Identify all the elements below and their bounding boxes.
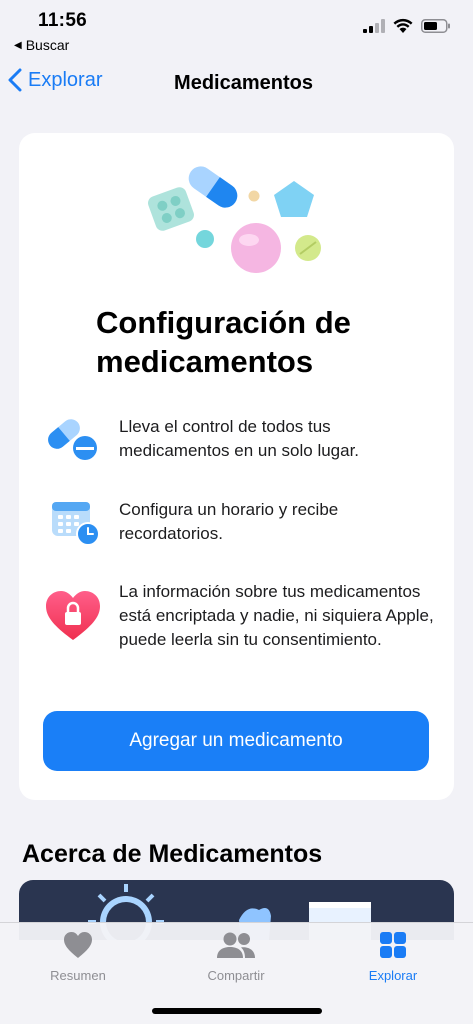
cellular-signal-icon <box>363 18 385 33</box>
status-icons <box>363 18 451 33</box>
grid-icon <box>380 932 406 958</box>
medication-pills-illustration <box>148 166 321 273</box>
back-triangle-icon: ◀ <box>14 39 22 51</box>
wifi-icon <box>393 18 413 33</box>
feature-text: La información sobre tus medicamentos es… <box>119 582 434 649</box>
screen: 11:56 ◀ Buscar Explorar Medicamentos Con… <box>0 0 473 1024</box>
feature-item: Lleva el control de todos tus medicament… <box>43 415 443 463</box>
feature-item: La información sobre tus medicamentos es… <box>43 580 443 652</box>
tab-label: Resumen <box>50 968 106 983</box>
medications-setup-card: Configuración de medicamentos Lleva el c… <box>19 133 454 800</box>
status-time: 11:56 <box>38 10 88 31</box>
tab-resumen[interactable]: Resumen <box>18 931 138 983</box>
card-title: Configuración de medicamentos <box>96 305 351 379</box>
home-indicator[interactable] <box>152 1008 322 1014</box>
section-title: Acerca de Medicamentos <box>22 840 323 868</box>
pills-icon <box>48 419 97 460</box>
tab-explorar[interactable]: Explorar <box>333 931 453 983</box>
status-bar: 11:56 ◀ Buscar <box>0 0 473 60</box>
heart-icon <box>64 932 92 958</box>
tab-label: Explorar <box>368 968 418 983</box>
add-medication-button[interactable]: Agregar un medicamento <box>43 711 429 771</box>
feature-text: Lleva el control de todos tus medicament… <box>119 417 360 460</box>
people-icon <box>217 932 255 958</box>
navigation-bar: Explorar Medicamentos <box>0 62 473 106</box>
back-to-app-link[interactable]: ◀ Buscar <box>14 37 69 53</box>
calendar-clock-icon <box>52 502 100 546</box>
battery-icon <box>421 18 450 33</box>
feature-text: Configura un horario y recibe recordator… <box>119 500 339 543</box>
heart-lock-icon <box>46 591 100 640</box>
feature-item: Configura un horario y recibe recordator… <box>43 498 443 546</box>
back-to-app-label: Buscar <box>25 37 70 53</box>
tab-label: Compartir <box>207 968 265 983</box>
page-title: Medicamentos <box>174 72 313 94</box>
tab-compartir[interactable]: Compartir <box>176 931 296 983</box>
